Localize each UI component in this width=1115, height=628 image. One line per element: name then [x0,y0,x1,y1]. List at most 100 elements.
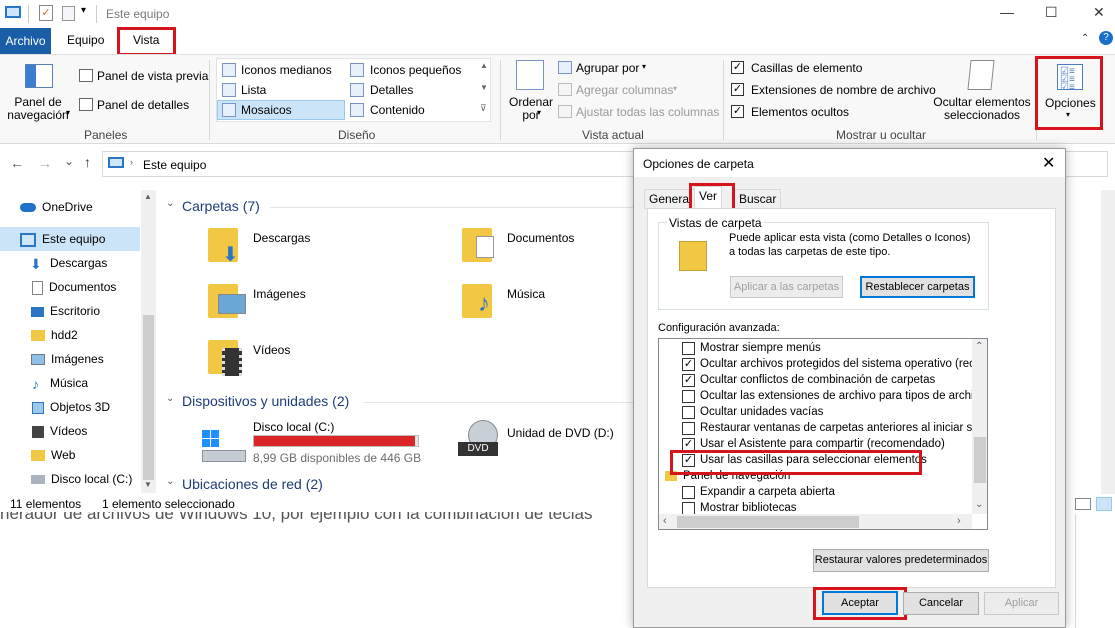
sidebar-item-3d-objects[interactable]: Objetos 3D [0,395,140,419]
file-extensions-checkbox[interactable]: ✓ [731,83,744,96]
layout-scroll-up-icon[interactable]: ▲ [480,61,488,70]
network-header[interactable]: Ubicaciones de red (2) [182,476,323,492]
add-columns-button[interactable]: Agregar columnas [576,83,673,97]
layout-expand-icon[interactable]: ⊽ [480,103,487,114]
reset-folders-button[interactable]: Restablecer carpetas [860,276,975,298]
sidebar-item-videos[interactable]: Vídeos [0,419,140,443]
scroll-right-icon[interactable]: › [957,515,961,527]
folder-pictures[interactable]: Imágenes [253,287,306,301]
setting-checkbox[interactable]: ✓ [682,438,695,451]
collapse-chevron-icon[interactable]: ⌄ [166,476,174,487]
hidden-items-checkbox[interactable]: ✓ [731,105,744,118]
advanced-settings-list[interactable]: Mostrar siempre menús ✓ Ocultar archivos p… [658,338,988,530]
details-view-icon[interactable] [1075,498,1091,510]
setting-checkbox[interactable]: ✓ [682,374,695,387]
setting-row[interactable]: Mostrar siempre menús [659,340,972,356]
nav-pane-button[interactable]: Panel de navegación [5,96,71,122]
devices-header[interactable]: Dispositivos y unidades (2) [182,393,349,409]
tiles-view-icon[interactable] [1096,497,1112,511]
folder-music[interactable]: Música [507,287,545,301]
settings-vscrollbar[interactable] [972,339,987,514]
setting-checkbox[interactable]: ✓ [682,454,695,467]
back-button[interactable]: ← [10,155,24,171]
tab-computer[interactable]: Equipo [67,33,104,47]
preview-pane-button[interactable]: Panel de vista previa [97,69,208,83]
sidebar-item-music[interactable]: ♪ Música [0,371,140,395]
sidebar-item-this-pc[interactable]: Este equipo [0,227,140,251]
settings-scroll-thumb[interactable] [974,437,986,483]
group-by-button[interactable]: Agrupar por [576,61,639,75]
setting-row[interactable]: ✓ Usar el Asistente para compartir (recom… [659,436,972,452]
setting-checkbox[interactable] [682,406,695,419]
scroll-left-icon[interactable]: ‹ [663,515,667,527]
close-window-button[interactable]: ✕ [1093,4,1105,21]
setting-row[interactable]: Restaurar ventanas de carpetas anteriore… [659,420,987,436]
folders-header[interactable]: Carpetas (7) [182,198,260,214]
setting-row[interactable]: Ocultar las extensiones de archivo para … [659,388,987,404]
tab-general[interactable]: General [644,189,697,209]
layout-content[interactable]: Contenido [370,103,425,117]
collapse-chevron-icon[interactable]: ⌄ [166,393,174,404]
setting-row[interactable]: ✓ Ocultar archivos protegidos del sistema… [659,356,987,372]
setting-checkbox[interactable] [682,390,695,403]
minimize-button[interactable]: — [1000,4,1014,20]
setting-row[interactable]: ✓ Ocultar conflictos de combinación de ca… [659,372,972,388]
dvd-drive-name[interactable]: Unidad de DVD (D:) [507,426,614,440]
collapse-chevron-icon[interactable]: ⌄ [166,198,174,209]
right-scrollbar[interactable] [1101,190,1115,494]
sidebar-item-desktop[interactable]: Escritorio [0,299,140,323]
help-icon[interactable]: ? [1099,31,1113,45]
layout-small-icons[interactable]: Iconos pequeños [370,63,461,77]
setting-checkbox[interactable]: ✓ [682,358,695,371]
setting-row[interactable]: Panel de navegación [659,468,972,484]
item-checkboxes-checkbox[interactable]: ✓ [731,61,744,74]
sidebar-item-onedrive[interactable]: OneDrive [0,195,140,219]
recent-locations-button[interactable]: ⌄ [64,154,74,168]
scroll-up-icon[interactable]: ⌃ [975,341,983,352]
settings-hscroll-thumb[interactable] [677,516,859,528]
sidebar-item-local-disk[interactable]: Disco local (C:) [0,467,140,491]
setting-row[interactable]: Expandir a carpeta abierta [659,484,972,500]
tab-buscar[interactable]: Buscar [734,189,782,209]
local-disk-name[interactable]: Disco local (C:) [253,420,334,434]
up-button[interactable]: ↑ [84,154,91,170]
qat-dropdown-icon[interactable]: ▾ [81,5,86,16]
sidebar-item-documents[interactable]: Documentos [0,275,140,299]
tab-view[interactable]: Vista [133,33,159,47]
apply-button[interactable]: Aplicar [984,592,1059,615]
layout-list[interactable]: Lista [241,83,266,97]
tab-ver[interactable]: Ver [694,186,723,210]
folder-documents[interactable]: Documentos [507,231,574,245]
sidebar-item-downloads[interactable]: ⬇ Descargas [0,251,140,275]
layout-medium-icons[interactable]: Iconos medianos [241,63,332,77]
setting-row[interactable]: ✓ Usar las casillas para seleccionar elem… [659,452,972,468]
layout-tiles[interactable]: Mosaicos [241,103,292,117]
ok-button[interactable]: Aceptar [822,591,898,615]
sidebar-scroll-thumb[interactable] [143,315,154,480]
setting-checkbox[interactable] [682,342,695,355]
maximize-button[interactable]: ☐ [1045,4,1058,21]
ribbon-collapse-icon[interactable]: ⌃ [1081,33,1089,44]
new-folder-icon[interactable] [62,6,75,21]
scroll-up-icon[interactable]: ▲ [144,192,152,201]
apply-to-folders-button[interactable]: Aplicar a las carpetas [730,276,843,298]
properties-icon[interactable]: ✓ [39,5,53,21]
hide-selected-button[interactable]: Ocultar elementos seleccionados [932,96,1032,122]
sidebar-item-web[interactable]: Web [0,443,140,467]
sidebar-item-pictures[interactable]: Imágenes [0,347,140,371]
tab-file[interactable]: Archivo [0,28,51,54]
forward-button[interactable]: → [38,155,52,171]
scroll-down-icon[interactable]: ⌄ [975,499,983,510]
setting-checkbox[interactable] [682,422,695,435]
layout-scroll-down-icon[interactable]: ▼ [480,83,488,92]
options-button[interactable]: Opciones [1045,96,1096,110]
details-pane-button[interactable]: Panel de detalles [97,98,189,112]
cancel-button[interactable]: Cancelar [903,592,979,615]
folder-downloads[interactable]: Descargas [253,231,310,245]
sort-by-button[interactable]: Ordenar por [508,96,554,122]
setting-row[interactable]: Ocultar unidades vacías [659,404,972,420]
sidebar-item-hdd2[interactable]: hdd2 [0,323,140,347]
dialog-close-button[interactable]: ✕ [1042,153,1055,173]
folder-videos[interactable]: Vídeos [253,343,290,357]
scroll-down-icon[interactable]: ▼ [144,480,152,489]
